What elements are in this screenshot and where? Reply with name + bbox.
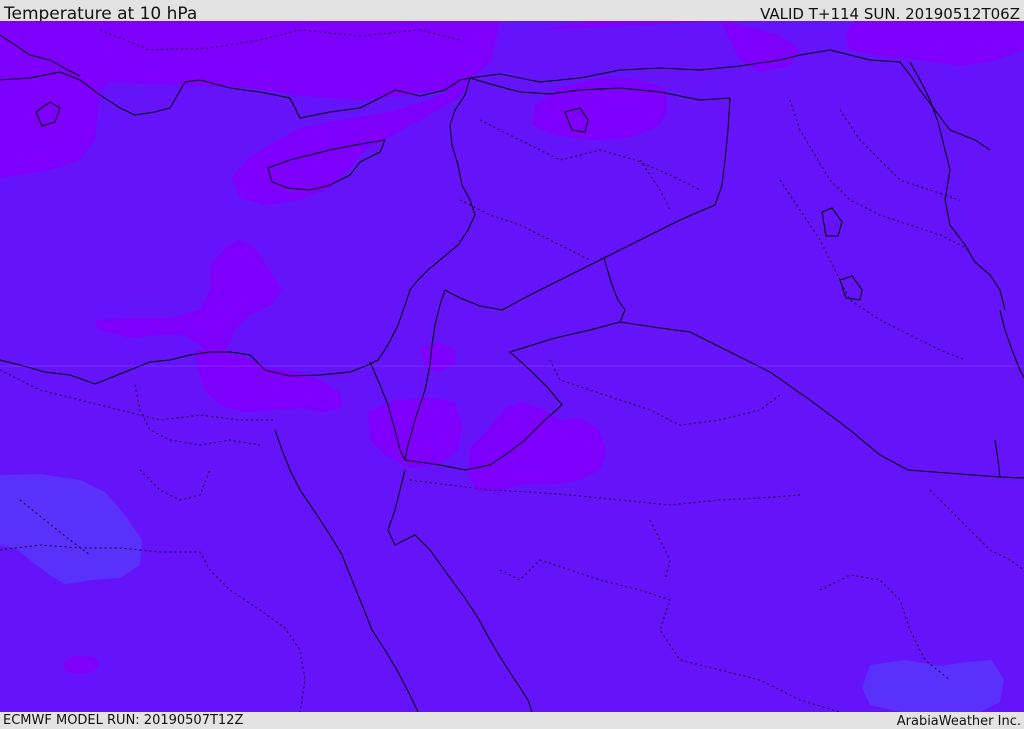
model-run-label: ECMWF MODEL RUN: 20190507T12Z (3, 713, 244, 728)
cool-region-southeast (862, 660, 1004, 712)
weather-map (0, 21, 1024, 712)
map-canvas (0, 21, 1024, 712)
credit-label: ArabiaWeather Inc. (896, 714, 1021, 729)
header-bar: Temperature at 10 hPa VALID T+114 SUN. 2… (0, 0, 1024, 24)
footer-bar: ECMWF MODEL RUN: 20190507T12Z ArabiaWeat… (0, 712, 1024, 729)
base-field (0, 21, 1024, 712)
